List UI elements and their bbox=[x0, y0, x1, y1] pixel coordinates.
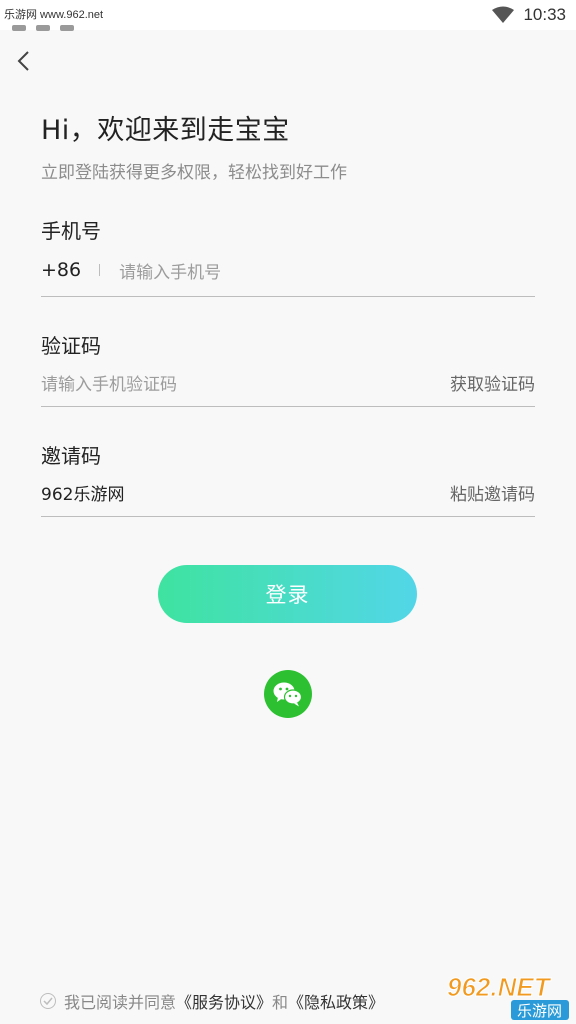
notification-icon bbox=[36, 25, 50, 31]
status-right: 10:33 bbox=[491, 4, 566, 26]
code-input[interactable]: 请输入手机验证码 bbox=[41, 370, 177, 395]
agreement-and: 和 bbox=[272, 993, 289, 1012]
agreement-text: 我已阅读并同意 bbox=[64, 993, 177, 1012]
code-divider bbox=[41, 406, 535, 407]
phone-label: 手机号 bbox=[41, 219, 101, 243]
phone-input[interactable]: 请输入手机号 bbox=[119, 258, 221, 283]
login-screen: 乐游网 www.962.net 10:33 Hi，欢迎来到走宝宝 立即登陆获得更… bbox=[0, 0, 576, 1024]
notification-icons bbox=[12, 16, 84, 35]
page-subtitle: 立即登陆获得更多权限，轻松找到好工作 bbox=[41, 163, 347, 183]
service-agreement-link[interactable]: 《服务协议》 bbox=[176, 989, 272, 1013]
get-code-button[interactable]: 获取验证码 bbox=[450, 370, 535, 395]
wifi-icon bbox=[492, 6, 515, 23]
invite-input-row: 962乐游网 粘贴邀请码 bbox=[41, 476, 535, 508]
check-circle-icon bbox=[43, 997, 53, 1005]
notification-icon bbox=[12, 25, 26, 31]
login-button-label: 登录 bbox=[265, 583, 310, 607]
status-bar: 乐游网 www.962.net 10:33 bbox=[0, 0, 576, 31]
country-code[interactable]: +86 bbox=[41, 259, 81, 281]
privacy-policy-link[interactable]: 《隐私政策》 bbox=[288, 989, 384, 1013]
wechat-login-button[interactable] bbox=[264, 670, 312, 718]
login-button[interactable]: 登录 bbox=[158, 565, 417, 623]
invite-label: 邀请码 bbox=[41, 444, 101, 468]
input-separator bbox=[99, 264, 101, 276]
page-title: Hi，欢迎来到走宝宝 bbox=[41, 115, 290, 146]
agreement-checkbox[interactable] bbox=[40, 993, 56, 1009]
status-time: 10:33 bbox=[523, 5, 566, 24]
wechat-icon bbox=[273, 682, 303, 707]
paste-invite-button[interactable]: 粘贴邀请码 bbox=[450, 480, 535, 505]
phone-divider bbox=[41, 296, 535, 297]
invite-input[interactable]: 962乐游网 bbox=[41, 480, 124, 505]
phone-input-row[interactable]: +86 请输入手机号 bbox=[41, 254, 535, 286]
notification-icon bbox=[60, 25, 74, 31]
agreement-row: 我已阅读并同意 《服务协议》 和 《隐私政策》 bbox=[40, 990, 384, 1012]
back-arrow-icon bbox=[17, 51, 29, 71]
back-button[interactable] bbox=[10, 46, 38, 76]
brand-logo-big: 962.NET bbox=[447, 972, 552, 1002]
brand-logo: 962.NET 乐游网 bbox=[447, 972, 569, 1020]
code-label: 验证码 bbox=[41, 334, 101, 358]
invite-divider bbox=[41, 516, 535, 517]
code-input-row: 请输入手机验证码 获取验证码 bbox=[41, 366, 535, 398]
brand-logo-small: 乐游网 bbox=[517, 1002, 562, 1020]
